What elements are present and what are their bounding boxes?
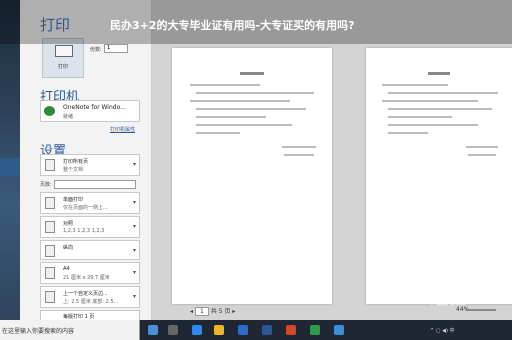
excel-icon[interactable] [310, 325, 320, 335]
text-line [466, 146, 498, 148]
printer-select[interactable]: OneNote for Windo... 就绪 [40, 100, 140, 122]
preview-page-1 [172, 48, 332, 304]
taskbar-search-box[interactable]: 在这里输入你要搜索的内容 [0, 320, 140, 340]
text-line [388, 124, 478, 126]
printer-icon [55, 45, 73, 57]
printer-properties-link[interactable]: 打印机属性 [110, 126, 135, 133]
print-button-label: 打印 [57, 64, 68, 70]
app-icon[interactable] [334, 325, 344, 335]
word-icon[interactable] [262, 325, 272, 335]
setting-orientation[interactable]: 纵向 ▾ [40, 240, 140, 260]
chevron-down-icon: ▾ [132, 293, 136, 300]
text-line [196, 108, 306, 110]
printer-status-icon [44, 106, 55, 116]
search-placeholder: 在这里输入你要搜索的内容 [2, 328, 75, 335]
chevron-down-icon: ▾ [132, 161, 136, 168]
text-line [388, 132, 428, 134]
single-sided-icon [45, 197, 55, 209]
text-line [282, 146, 316, 148]
text-line [388, 92, 498, 94]
text-line [284, 154, 314, 156]
print-button[interactable]: 打印 [42, 38, 84, 78]
chevron-down-icon: ▾ [132, 199, 136, 206]
page-count: 共 5 页 [210, 308, 231, 315]
edge-icon[interactable] [192, 325, 202, 335]
portrait-icon [45, 245, 55, 257]
print-preview-area [152, 0, 512, 320]
setting-main-text: 单面打印 [63, 197, 84, 203]
left-strip-highlight [0, 158, 20, 176]
text-line [190, 100, 290, 102]
copies-label: 份数: [90, 47, 102, 53]
printer-name: OneNote for Windo... [63, 104, 126, 111]
task-view-icon[interactable] [168, 325, 178, 335]
page-navigation: ◂ 1 共 5 页 ▸ [190, 306, 235, 316]
text-line [388, 116, 452, 118]
setting-sides[interactable]: 单面打印 仅在页面的一侧上... ▾ [40, 192, 140, 214]
text-line [382, 100, 478, 102]
setting-main-text: 每版打印 1 页 [63, 314, 95, 320]
setting-sub-text: 仅在页面的一侧上... [63, 205, 108, 211]
text-line [196, 92, 314, 94]
setting-margins[interactable]: 上一个自定义页边... 上: 2.5 厘米 底部: 2.5... ▾ [40, 286, 140, 308]
text-line [382, 84, 448, 86]
text-line [388, 108, 492, 110]
copies-input[interactable]: 1 [104, 44, 128, 53]
print-heading: 打印 [40, 16, 71, 34]
chevron-down-icon: ▾ [132, 247, 136, 254]
setting-print-range[interactable]: 打印所有页 整个文档 ▾ [40, 154, 140, 176]
page-title-line [428, 72, 450, 75]
preview-page-2 [366, 48, 512, 304]
powerpoint-icon[interactable] [286, 325, 296, 335]
text-line [468, 154, 496, 156]
setting-main-text: 上一个自定义页边... [63, 291, 108, 297]
setting-main-text: 对照 [63, 221, 74, 227]
chevron-down-icon: ▾ [132, 269, 136, 276]
page-title-line [240, 72, 264, 75]
window-left-strip [0, 0, 20, 340]
watermark-logo: Bai 经验 [392, 288, 467, 309]
setting-sub-text: 21 厘米 x 29.7 厘米 [63, 275, 110, 281]
zoom-slider[interactable] [466, 309, 496, 311]
setting-sub-text: 整个文档 [63, 167, 84, 173]
text-line [196, 132, 240, 134]
printer-status: 就绪 [63, 114, 74, 120]
setting-paper-size[interactable]: A4 21 厘米 x 29.7 厘米 ▾ [40, 262, 140, 284]
prev-page-icon[interactable]: ◂ [190, 308, 193, 315]
system-tray: ^ ▢ ◀) 中 [430, 328, 455, 334]
setting-collate[interactable]: 对照 1,2,3 1,2,3 1,2,3 ▾ [40, 216, 140, 238]
margins-icon [45, 291, 55, 303]
text-line [196, 116, 266, 118]
text-line [190, 84, 260, 86]
cortana-icon[interactable] [148, 325, 158, 335]
pages-label: 页数: [40, 182, 52, 188]
setting-sub-text: 上: 2.5 厘米 底部: 2.5... [63, 299, 119, 305]
setting-main-text: 打印所有页 [63, 159, 89, 165]
chevron-down-icon: ▾ [132, 223, 136, 230]
store-icon[interactable] [238, 325, 248, 335]
folder-icon[interactable] [214, 325, 224, 335]
collate-icon [45, 221, 55, 233]
pages-input[interactable] [54, 180, 136, 189]
article-title: 民办3+2的大专毕业证有用吗-大专证买的有用吗? [110, 19, 355, 32]
next-page-icon[interactable]: ▸ [232, 308, 235, 315]
setting-main-text: A4 [63, 266, 70, 272]
pages-icon [45, 159, 55, 171]
current-page-input[interactable]: 1 [194, 307, 209, 316]
text-line [196, 124, 292, 126]
paper-icon [45, 267, 55, 279]
setting-main-text: 纵向 [63, 245, 74, 251]
setting-sub-text: 1,2,3 1,2,3 1,2,3 [63, 228, 105, 234]
